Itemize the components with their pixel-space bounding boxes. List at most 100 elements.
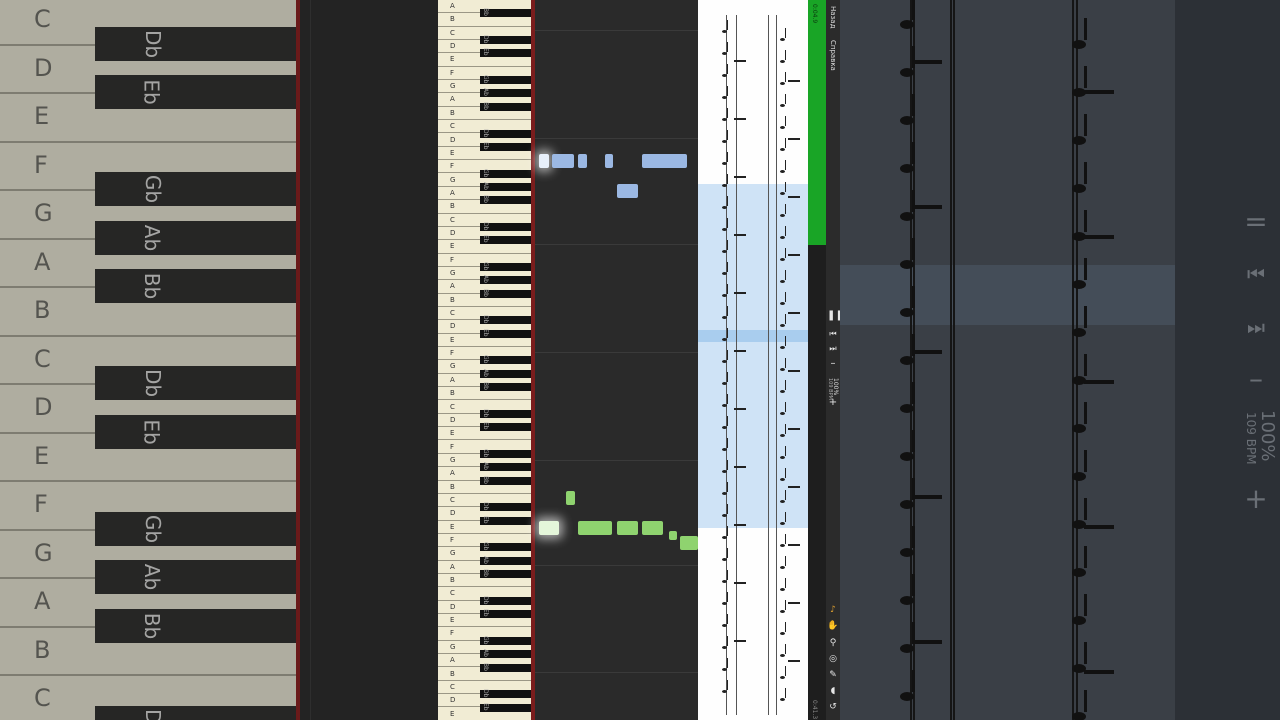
sheet-music[interactable] — [698, 0, 808, 720]
note-stem — [727, 20, 728, 30]
volume-icon[interactable]: ◖ — [827, 685, 839, 697]
note-beam — [788, 370, 800, 372]
note-stem — [785, 424, 786, 434]
black-key[interactable]: Eb — [480, 48, 532, 58]
black-key[interactable]: Db — [480, 502, 532, 512]
note-head — [780, 214, 785, 217]
skip-back-icon[interactable]: ⏮ — [827, 328, 839, 340]
help-button[interactable]: Справка — [829, 40, 837, 71]
black-key[interactable]: Eb — [480, 422, 532, 432]
note-stem — [727, 438, 728, 448]
piano-keyboard[interactable]: ABCDEFGABCDEFGABCDEFGABCDEFGABCDEFGABCDE… — [438, 0, 532, 720]
key-label: Ab — [482, 275, 489, 284]
note-stem — [727, 592, 728, 602]
note-stem — [785, 182, 786, 192]
note-beam — [788, 138, 800, 140]
black-key[interactable]: Bb — [480, 663, 532, 672]
black-key[interactable]: Ab — [480, 182, 532, 191]
black-key[interactable]: Gb — [480, 262, 532, 271]
black-key[interactable]: Bb — [480, 8, 532, 18]
key-label: B — [450, 202, 455, 211]
black-key[interactable]: Bb — [480, 102, 532, 111]
black-key[interactable]: Eb — [480, 329, 532, 338]
loop-icon[interactable]: ◎ — [827, 653, 839, 665]
background-staff-line — [1076, 0, 1078, 720]
metronome-icon[interactable]: ♪ — [827, 604, 839, 616]
key-label: F — [450, 68, 455, 77]
note-stem — [727, 482, 728, 492]
note-stem — [727, 680, 728, 690]
background-note-head — [1072, 40, 1086, 49]
background-highlight — [840, 265, 1180, 325]
note-stem — [785, 402, 786, 412]
note-stem — [785, 512, 786, 522]
black-key[interactable]: Bb — [480, 289, 532, 298]
note-beam — [788, 602, 800, 604]
note-left — [669, 531, 677, 540]
black-key[interactable]: Gb — [480, 355, 532, 365]
black-key[interactable]: Db — [480, 596, 532, 605]
black-key[interactable]: Db — [480, 35, 532, 45]
note-beam — [734, 176, 746, 178]
note-head — [722, 558, 727, 561]
background-note-stem — [912, 430, 915, 452]
black-key[interactable]: Eb — [480, 516, 532, 525]
black-key[interactable]: Gb — [480, 75, 532, 85]
black-key[interactable]: Ab — [480, 369, 532, 378]
background-note-beam — [1084, 380, 1114, 384]
black-key[interactable]: Eb — [480, 235, 532, 245]
black-key[interactable]: Db — [480, 222, 532, 231]
black-key[interactable]: Db — [480, 129, 532, 138]
note-head — [722, 360, 727, 363]
note-beam — [734, 350, 746, 352]
note-stem — [785, 94, 786, 104]
black-key[interactable]: Bb — [480, 382, 532, 392]
black-key[interactable]: Eb — [480, 609, 532, 619]
note-head — [780, 368, 785, 371]
note-beam — [734, 582, 746, 584]
tempo-plus-button[interactable]: + — [827, 397, 839, 409]
note-stem — [727, 130, 728, 140]
key-label: B — [450, 389, 455, 398]
black-key[interactable]: Db — [480, 315, 532, 325]
background-staff-line — [953, 0, 955, 720]
note-head — [722, 338, 727, 341]
back-button[interactable]: Назад — [829, 6, 837, 28]
black-key[interactable]: Bb — [480, 476, 532, 485]
tempo-minus-button[interactable]: – — [827, 358, 839, 370]
black-key[interactable]: Db — [480, 689, 532, 699]
black-key[interactable]: Gb — [480, 542, 532, 552]
note-head — [722, 646, 727, 649]
skip-forward-icon[interactable]: ⏭ — [827, 343, 839, 355]
key-label: Eb — [482, 422, 489, 430]
black-key[interactable]: Ab — [480, 88, 532, 98]
palette-icon[interactable]: ✎ — [827, 669, 839, 681]
black-key[interactable]: Gb — [480, 169, 532, 178]
search-icon[interactable]: ⚲ — [827, 637, 839, 649]
black-key[interactable]: Ab — [480, 649, 532, 659]
black-key[interactable]: Eb — [480, 142, 532, 151]
note-head — [780, 82, 785, 85]
black-key[interactable]: Db — [480, 409, 532, 418]
black-key[interactable]: Ab — [480, 462, 532, 472]
black-key[interactable]: Eb — [480, 703, 532, 712]
black-key[interactable]: Bb — [480, 195, 532, 205]
note-head — [722, 624, 727, 627]
note-stem — [727, 526, 728, 536]
key-label: B — [450, 15, 455, 24]
black-key[interactable]: Gb — [480, 449, 532, 458]
note-right — [642, 154, 687, 168]
background-bpm-text: 109 BPM — [1244, 412, 1258, 465]
background-note-stem — [1084, 546, 1087, 568]
black-key[interactable]: Ab — [480, 556, 532, 565]
key-label: Gb — [482, 542, 489, 551]
rewind-icon[interactable]: ↺ — [827, 701, 839, 713]
note-stem — [785, 270, 786, 280]
progress-bar[interactable] — [808, 0, 826, 245]
black-key[interactable]: Bb — [480, 569, 532, 579]
black-key[interactable]: Gb — [480, 636, 532, 645]
black-key[interactable]: Ab — [480, 275, 532, 285]
note-head — [780, 346, 785, 349]
pause-icon[interactable]: ❚❚ — [827, 310, 844, 322]
hand-icon[interactable]: ✋ — [827, 620, 839, 632]
